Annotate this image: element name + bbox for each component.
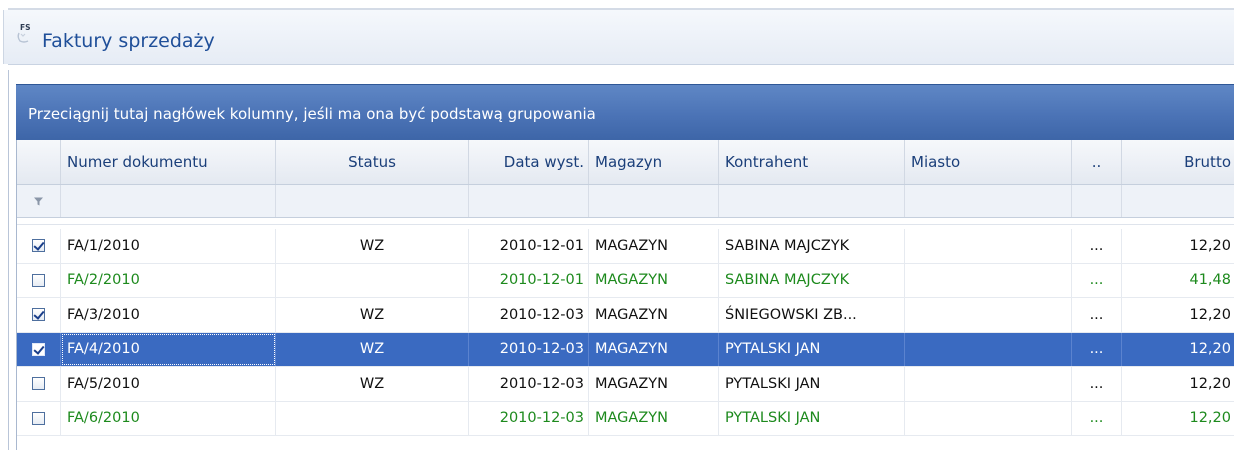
column-header-miasto[interactable]: Miasto bbox=[905, 140, 1072, 184]
cell-status[interactable] bbox=[276, 401, 469, 435]
cell-data[interactable]: 2010-12-01 bbox=[469, 263, 589, 297]
table-row[interactable]: FA/5/2010 WZ 2010-12-03 MAGAZYN PYTALSKI JAN… bbox=[17, 367, 1234, 402]
cell-more[interactable]: ... bbox=[1072, 401, 1122, 435]
cell-data[interactable]: 2010-12-03 bbox=[469, 401, 589, 435]
column-header-more[interactable]: .. bbox=[1072, 140, 1122, 184]
column-header-kontrahent[interactable]: Kontrahent bbox=[719, 140, 905, 184]
cell-brutto[interactable]: 12,20 bbox=[1122, 333, 1234, 367]
window-title: Faktury sprzedaży bbox=[42, 30, 215, 52]
row-checkbox-cell[interactable] bbox=[17, 263, 61, 297]
cell-brutto[interactable]: 41,48 bbox=[1122, 264, 1234, 298]
sales-invoice-icon: FS bbox=[17, 23, 31, 43]
filter-cell-magazyn[interactable] bbox=[589, 185, 719, 217]
filter-cell-check[interactable] bbox=[17, 185, 61, 217]
cell-miasto[interactable] bbox=[905, 229, 1072, 263]
app-window: FS Faktury sprzedaży Przeciągnij tutaj n… bbox=[0, 0, 1234, 450]
group-by-hint: Przeciągnij tutaj nagłówek kolumny, jeśl… bbox=[28, 105, 596, 123]
filter-cell-brutto[interactable] bbox=[1122, 185, 1234, 217]
row-checkbox-cell[interactable] bbox=[17, 367, 61, 401]
cell-magazyn[interactable]: MAGAZYN bbox=[589, 298, 719, 332]
svg-text:FS: FS bbox=[20, 23, 31, 32]
row-checkbox[interactable] bbox=[32, 411, 45, 425]
cell-status[interactable] bbox=[276, 263, 469, 297]
row-checkbox[interactable] bbox=[32, 342, 45, 356]
cell-data[interactable]: 2010-12-03 bbox=[469, 367, 589, 401]
cell-brutto[interactable]: 12,20 bbox=[1122, 402, 1234, 436]
filter-cell-more[interactable] bbox=[1072, 185, 1122, 217]
table-row[interactable]: FA/3/2010 WZ 2010-12-03 MAGAZYN ŚNIEGOWSKI Z… bbox=[17, 298, 1234, 333]
filter-separator bbox=[17, 218, 1234, 225]
cell-kontrahent[interactable]: ŚNIEGOWSKI ZB... bbox=[719, 298, 905, 332]
cell-more[interactable]: ... bbox=[1072, 263, 1122, 297]
header-separator bbox=[8, 64, 1234, 65]
grid-filter-row[interactable] bbox=[17, 185, 1234, 218]
row-checkbox-cell[interactable] bbox=[17, 298, 61, 332]
window-left-border bbox=[8, 70, 9, 450]
cell-data[interactable]: 2010-12-01 bbox=[469, 229, 589, 263]
cell-status[interactable]: WZ bbox=[276, 332, 469, 366]
column-header-status[interactable]: Status bbox=[276, 140, 469, 184]
column-header-check[interactable] bbox=[17, 140, 61, 184]
cell-numer[interactable]: FA/3/2010 bbox=[61, 298, 276, 332]
cell-more[interactable]: ... bbox=[1072, 298, 1122, 332]
cell-status[interactable]: WZ bbox=[276, 367, 469, 401]
invoice-grid: Numer dokumentu Status Data wyst. Magazy… bbox=[16, 140, 1234, 450]
table-row[interactable]: FA/6/2010 2010-12-03 MAGAZYN PYTALSKI JAN..… bbox=[17, 401, 1234, 436]
cell-more[interactable]: ... bbox=[1072, 229, 1122, 263]
cell-magazyn[interactable]: MAGAZYN bbox=[589, 229, 719, 263]
cell-miasto[interactable] bbox=[905, 263, 1072, 297]
cell-kontrahent[interactable]: SABINA MAJCZYK bbox=[719, 229, 905, 263]
column-header-brutto[interactable]: Brutto bbox=[1122, 140, 1234, 184]
column-header-magazyn[interactable]: Magazyn bbox=[589, 140, 719, 184]
row-checkbox[interactable] bbox=[32, 377, 45, 391]
filter-cell-status[interactable] bbox=[276, 185, 469, 217]
cell-data[interactable]: 2010-12-03 bbox=[469, 332, 589, 366]
column-header-data[interactable]: Data wyst. bbox=[469, 140, 589, 184]
cell-brutto[interactable]: 12,20 bbox=[1122, 367, 1234, 401]
cell-numer[interactable]: FA/4/2010 bbox=[61, 332, 276, 366]
cell-numer[interactable]: FA/2/2010 bbox=[61, 263, 276, 297]
row-checkbox[interactable] bbox=[32, 239, 45, 253]
row-checkbox-cell[interactable] bbox=[17, 332, 61, 366]
row-checkbox-cell[interactable] bbox=[17, 229, 61, 263]
cell-numer[interactable]: FA/1/2010 bbox=[61, 229, 276, 263]
table-row[interactable]: FA/4/2010 WZ 2010-12-03 MAGAZYN PYTALSKI JAN… bbox=[17, 332, 1234, 367]
cell-status[interactable]: WZ bbox=[276, 298, 469, 332]
cell-magazyn[interactable]: MAGAZYN bbox=[589, 367, 719, 401]
cell-kontrahent[interactable]: PYTALSKI JAN bbox=[719, 367, 905, 401]
group-by-panel[interactable]: Przeciągnij tutaj nagłówek kolumny, jeśl… bbox=[16, 84, 1234, 141]
column-header-numer[interactable]: Numer dokumentu bbox=[61, 140, 276, 184]
cell-status[interactable]: WZ bbox=[276, 229, 469, 263]
filter-icon[interactable] bbox=[33, 196, 44, 207]
cell-magazyn[interactable]: MAGAZYN bbox=[589, 401, 719, 435]
cell-magazyn[interactable]: MAGAZYN bbox=[589, 263, 719, 297]
cell-brutto[interactable]: 12,20 bbox=[1122, 298, 1234, 332]
cell-more[interactable]: ... bbox=[1072, 332, 1122, 366]
cell-miasto[interactable] bbox=[905, 401, 1072, 435]
cell-data[interactable]: 2010-12-03 bbox=[469, 298, 589, 332]
grid-header-row: Numer dokumentu Status Data wyst. Magazy… bbox=[17, 140, 1234, 185]
row-checkbox[interactable] bbox=[32, 273, 45, 287]
cell-miasto[interactable] bbox=[905, 367, 1072, 401]
cell-more[interactable]: ... bbox=[1072, 367, 1122, 401]
cell-magazyn[interactable]: MAGAZYN bbox=[589, 332, 719, 366]
filter-cell-data[interactable] bbox=[469, 185, 589, 217]
filter-cell-numer[interactable] bbox=[61, 185, 276, 217]
cell-kontrahent[interactable]: SABINA MAJCZYK bbox=[719, 263, 905, 297]
table-row[interactable]: FA/2/2010 2010-12-01 MAGAZYN SABINA MAJCZYK… bbox=[17, 263, 1234, 298]
filter-cell-kontrahent[interactable] bbox=[719, 185, 905, 217]
cell-numer[interactable]: FA/6/2010 bbox=[61, 401, 276, 435]
row-checkbox[interactable] bbox=[32, 308, 45, 322]
cell-brutto[interactable]: 12,20 bbox=[1122, 229, 1234, 263]
cell-miasto[interactable] bbox=[905, 298, 1072, 332]
cell-kontrahent[interactable]: PYTALSKI JAN bbox=[719, 401, 905, 435]
cell-numer[interactable]: FA/5/2010 bbox=[61, 367, 276, 401]
cell-kontrahent[interactable]: PYTALSKI JAN bbox=[719, 332, 905, 366]
row-checkbox-cell[interactable] bbox=[17, 401, 61, 435]
filter-cell-miasto[interactable] bbox=[905, 185, 1072, 217]
cell-miasto[interactable] bbox=[905, 332, 1072, 366]
table-row[interactable]: FA/1/2010 WZ 2010-12-01 MAGAZYN SABINA MAJCZ… bbox=[17, 229, 1234, 264]
